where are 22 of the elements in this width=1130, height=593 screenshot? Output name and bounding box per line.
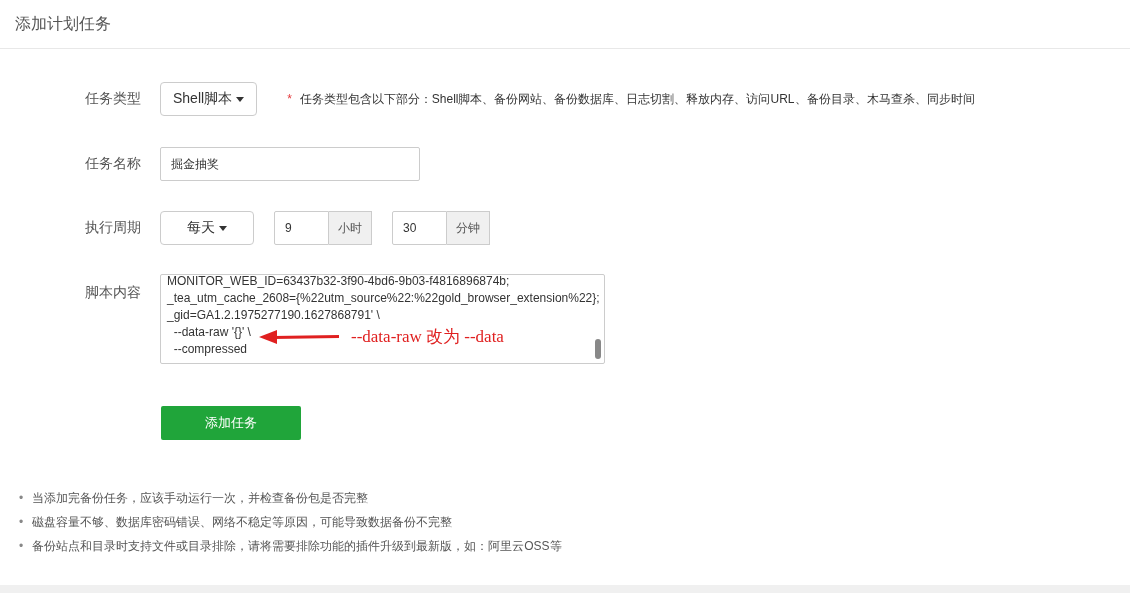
bullet-mark: • — [19, 514, 24, 530]
task-name-input[interactable]: 掘金抽奖 — [160, 147, 420, 181]
field-label: 执行周期 — [85, 219, 142, 237]
task-type-hint: 任务类型包含以下部分：Shell脚本、备份网站、备份数据库、日志切割、释放内存、访问URL、备份目录、木马查杀、同步时间 — [299, 90, 975, 108]
note-text: 当添加完备份任务，应该手动运行一次，并检查备份包是否完整 — [32, 490, 369, 506]
frequency-dropdown[interactable]: 每天 — [160, 211, 254, 245]
field-label: 任务类型 — [85, 90, 142, 108]
note-text: 磁盘容量不够、数据库密码错误、网络不稳定等原因，可能导致数据备份不完整 — [32, 514, 453, 530]
bullet-mark: • — [19, 538, 24, 554]
note-text: 备份站点和目录时支持文件或目录排除，请将需要排除功能的插件升级到最新版，如：阿里云OSS等 — [32, 538, 562, 554]
bullet-mark: • — [19, 490, 24, 506]
field-label: 任务名称 — [85, 155, 142, 173]
minute-unit: 分钟 — [447, 211, 490, 245]
annotation-text: --data-raw 改为 --data — [351, 326, 504, 348]
required-mark: * — [287, 92, 292, 106]
field-label: 脚本内容 — [85, 284, 142, 302]
hour-input[interactable]: 9 — [274, 211, 329, 245]
hour-unit: 小时 — [329, 211, 372, 245]
minute-input[interactable]: 30 — [392, 211, 447, 245]
page-title: 添加计划任务 — [15, 13, 111, 34]
task-type-dropdown[interactable]: Shell脚本 — [160, 82, 258, 116]
script-textarea[interactable]: MONITOR_WEB_ID=63437b32-3f90-4bd6-9b03-f4816896874b; _tea_utm_cache_2608={%22utm_source%22:%22gold_browser_extension%22}; _gid=GA1.2.1975277190.1627868791' \ --data-raw '{}' \ --compressed --data-raw 改为 --data — [160, 274, 605, 364]
